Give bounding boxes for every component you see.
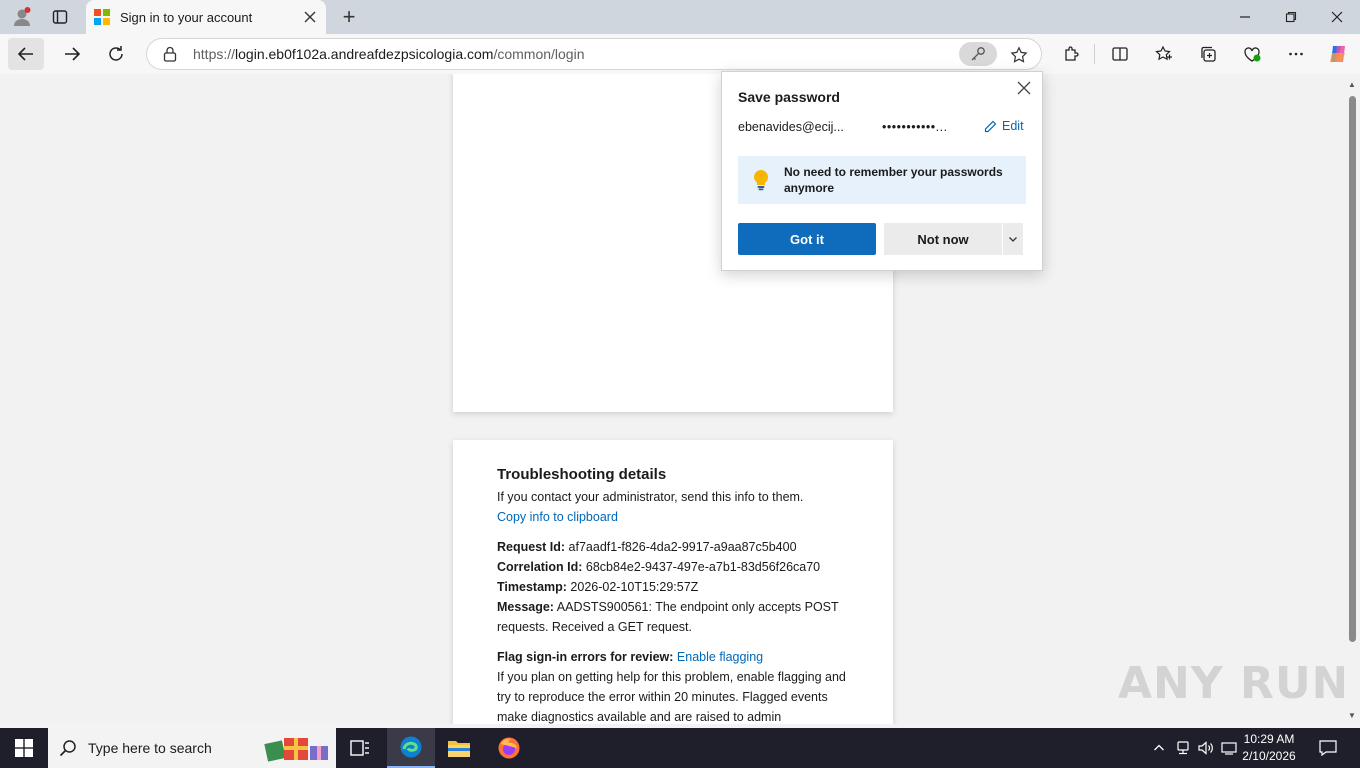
refresh-icon	[109, 46, 123, 61]
tab-strip: Sign in to your account +	[0, 0, 1360, 34]
search-icon	[48, 739, 88, 757]
troubleshooting-card: Troubleshooting details If you contact y…	[453, 440, 893, 724]
tab-actions-icon[interactable]	[44, 5, 76, 29]
timestamp-row: Timestamp: 2026-02-10T15:29:57Z	[497, 580, 699, 594]
troubleshooting-intro: If you contact your administrator, send …	[497, 490, 804, 504]
split-screen-icon[interactable]	[1108, 42, 1132, 66]
task-view-icon[interactable]	[336, 728, 384, 768]
key-icon[interactable]	[959, 42, 997, 66]
message-row: Message: AADSTS900561: The endpoint only…	[497, 600, 839, 634]
close-icon[interactable]	[1014, 78, 1034, 98]
taskbar-clock[interactable]: 10:29 AM 2/10/2026	[1236, 731, 1302, 765]
back-icon	[17, 47, 33, 61]
password-tip: No need to remember your passwords anymo…	[738, 156, 1026, 204]
correlation-id-row: Correlation Id: 68cb84e2-9437-497e-a7b1-…	[497, 560, 821, 574]
chevron-down-icon[interactable]	[1003, 223, 1023, 255]
copy-info-link[interactable]: Copy info to clipboard	[497, 507, 849, 527]
edit-button[interactable]: Edit	[984, 119, 1024, 133]
enable-flagging-link[interactable]: Enable flagging	[677, 650, 763, 664]
not-now-button[interactable]: Not now	[884, 223, 1002, 255]
browser-toolbar: https://login.eb0f102a.andreafdezpsicolo…	[0, 34, 1360, 74]
got-it-button[interactable]: Got it	[738, 223, 876, 255]
scrollbar-thumb[interactable]	[1349, 96, 1356, 642]
favorites-icon[interactable]	[1152, 42, 1176, 66]
lightbulb-icon	[738, 169, 784, 191]
taskbar: Type here to search 10:29 AM 2/10/2026	[0, 728, 1360, 768]
firefox-icon[interactable]	[485, 728, 533, 768]
taskbar-search-box[interactable]: Type here to search	[48, 728, 336, 768]
page-viewport: Troubleshooting details If you contact y…	[0, 74, 1360, 724]
back-button[interactable]	[8, 38, 44, 70]
troubleshooting-heading: Troubleshooting details	[497, 466, 667, 483]
forward-icon	[65, 47, 81, 61]
search-placeholder: Type here to search	[88, 740, 212, 756]
active-tab[interactable]: Sign in to your account	[86, 0, 326, 34]
more-icon[interactable]	[1284, 42, 1308, 66]
tab-title: Sign in to your account	[120, 9, 253, 25]
restore-button[interactable]	[1268, 0, 1314, 34]
save-password-popup: Save password ebenavides@ecij... •••••••…	[721, 71, 1043, 271]
page-scrollbar[interactable]: ▲ ▼	[1344, 74, 1360, 724]
microsoft-logo-icon	[94, 9, 110, 25]
url-text: https://login.eb0f102a.andreafdezpsicolo…	[193, 46, 585, 62]
flag-errors-description: If you plan on getting help for this pro…	[497, 670, 846, 724]
request-id-row: Request Id: af7aadf1-f826-4da2-9917-a9aa…	[497, 540, 797, 554]
scroll-up-icon[interactable]: ▲	[1348, 80, 1356, 89]
network-icon[interactable]	[1174, 728, 1192, 768]
notifications-icon[interactable]	[1316, 728, 1340, 768]
star-icon[interactable]	[1007, 43, 1031, 67]
pencil-icon	[984, 120, 997, 132]
windows-start-icon[interactable]	[0, 728, 48, 768]
close-window-button[interactable]	[1314, 0, 1360, 34]
saved-username: ebenavides@ecij...	[738, 120, 844, 134]
watermark: ANY RUN	[1118, 658, 1350, 709]
minimize-button[interactable]	[1222, 0, 1268, 34]
saved-password: •••••••••••...	[882, 120, 948, 134]
clock-date: 2/10/2026	[1242, 749, 1296, 763]
close-tab-icon[interactable]	[298, 5, 322, 29]
lock-icon[interactable]	[163, 46, 179, 62]
scroll-down-icon[interactable]: ▼	[1348, 711, 1356, 720]
refresh-button[interactable]	[98, 38, 134, 70]
toolbar-divider	[1094, 44, 1095, 64]
new-tab-button[interactable]: +	[336, 4, 362, 30]
browser-essentials-icon[interactable]	[1240, 42, 1264, 66]
profile-icon[interactable]	[8, 5, 36, 29]
popup-title: Save password	[738, 89, 840, 105]
gifts-icon	[264, 734, 330, 762]
clock-time: 10:29 AM	[1243, 732, 1295, 746]
file-explorer-icon[interactable]	[435, 728, 483, 768]
tip-text: No need to remember your passwords anymo…	[784, 165, 1003, 195]
volume-icon[interactable]	[1197, 728, 1215, 768]
collections-icon[interactable]	[1196, 42, 1220, 66]
extensions-icon[interactable]	[1059, 42, 1083, 66]
copilot-icon[interactable]	[1326, 42, 1350, 66]
forward-button[interactable]	[54, 38, 90, 70]
edit-label: Edit	[1002, 119, 1024, 133]
flag-errors-row: Flag sign-in errors for review: Enable f…	[497, 650, 764, 664]
edge-icon[interactable]	[387, 728, 435, 768]
chevron-up-icon[interactable]	[1150, 728, 1168, 768]
address-bar[interactable]: https://login.eb0f102a.andreafdezpsicolo…	[146, 38, 1042, 70]
